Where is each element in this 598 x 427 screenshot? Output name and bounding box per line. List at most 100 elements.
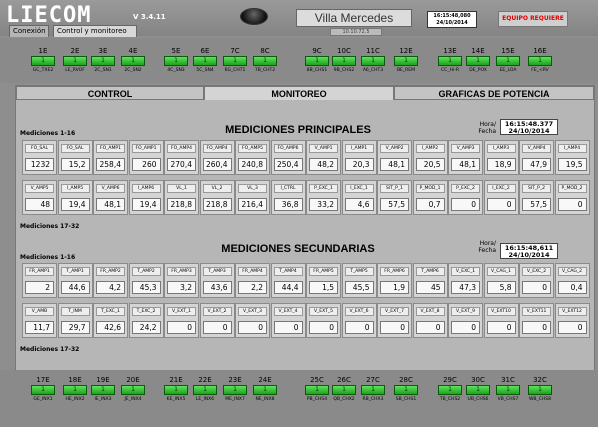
io-number: 20E <box>126 376 140 384</box>
measurement-cell: I_CTRL 36,8 <box>270 180 306 215</box>
measurement-value: 45,5 <box>344 281 374 294</box>
io-state-led[interactable]: 1 <box>164 56 188 66</box>
io-state-led[interactable]: 1 <box>528 56 552 66</box>
bottom_io-indicator[interactable]: 30C 1 UB_CHS6 <box>466 376 490 402</box>
measurement-label: SIT_P_2 <box>522 184 551 193</box>
io-state-led[interactable]: 1 <box>438 56 462 66</box>
measurement-cell: I_AMP4 19,5 <box>554 140 590 175</box>
io-state-led[interactable]: 1 <box>466 385 490 395</box>
measurement-value: 48 <box>25 198 54 211</box>
alarm-indicator[interactable]: EQUIPO REQUIERE <box>498 11 568 27</box>
bottom_io-indicator[interactable]: 19E 1 IE_INX3 <box>91 376 115 402</box>
bottom_io-indicator[interactable]: 32C 1 WB_CHS8 <box>528 376 552 402</box>
io-state-led[interactable]: 1 <box>253 56 277 66</box>
measurement-value: 19,4 <box>131 198 161 211</box>
io-state-led[interactable]: 1 <box>305 385 329 395</box>
bottom_io-indicator[interactable]: 24E 1 NE_INX8 <box>253 376 277 402</box>
io-state-led[interactable]: 1 <box>91 56 115 66</box>
bottom_io-indicator[interactable]: 31C 1 VB_CHS7 <box>496 376 520 402</box>
io-state-led[interactable]: 1 <box>361 56 385 66</box>
measurement-cell: T_AMP3 43,6 <box>199 263 235 298</box>
measurement-cell: I_AMP6 19,4 <box>128 180 164 215</box>
bottom_io-indicator[interactable]: 28C 1 SB_CHS1 <box>394 376 418 402</box>
top_io-indicator[interactable]: 11C 1 A6_CHT3 <box>361 47 385 73</box>
top_io-indicator[interactable]: 4E 1 2C_SN2 <box>121 47 145 73</box>
io-state-led[interactable]: 1 <box>496 385 520 395</box>
io-state-led[interactable]: 1 <box>223 56 247 66</box>
measurement-cell: T_AMP5 45,5 <box>341 263 377 298</box>
io-state-led[interactable]: 1 <box>394 385 418 395</box>
measurement-label: V_AMB <box>25 307 54 316</box>
measurement-value: 45,3 <box>131 281 161 294</box>
measurement-label: V_AMP2 <box>380 144 409 153</box>
measurement-value: 0 <box>486 321 516 334</box>
bottom_io-indicator[interactable]: 27C 1 RB_CHX3 <box>361 376 385 402</box>
io-state-led[interactable]: 1 <box>164 385 188 395</box>
top_io-indicator[interactable]: 1E 1 GC_TXE2 <box>31 47 55 73</box>
measurement-label: T_AMP1 <box>60 267 90 276</box>
io-state-led[interactable]: 1 <box>332 56 356 66</box>
io-state-led[interactable]: 1 <box>31 385 55 395</box>
measurement-label: I_AMP1 <box>344 144 374 153</box>
io-number: 16E <box>533 47 547 55</box>
bottom_io-indicator[interactable]: 23E 1 ME_INX7 <box>223 376 247 402</box>
io-state-led[interactable]: 1 <box>91 385 115 395</box>
top_io-indicator[interactable]: 12E 1 BE_REM <box>394 47 418 73</box>
top_io-indicator[interactable]: 8C 1 7B_CHT2 <box>253 47 277 73</box>
top_io-indicator[interactable]: 7C 1 6G_CHT1 <box>223 47 247 73</box>
principales-sub2: Mediciones 17-32 <box>20 223 80 230</box>
measurement-value: 0 <box>486 198 516 211</box>
io-state-led[interactable]: 1 <box>63 56 87 66</box>
io-number: 3E <box>98 47 108 55</box>
io-state-led[interactable]: 1 <box>305 56 329 66</box>
measurement-value: 42,6 <box>96 321 125 334</box>
bottom_io-indicator[interactable]: 17E 1 GE_INX1 <box>31 376 55 402</box>
io-state-led[interactable]: 1 <box>121 56 145 66</box>
io-label: SB_CHS1 <box>395 397 417 402</box>
io-label: JE_INX4 <box>124 397 142 402</box>
io-label: WB_CHS8 <box>528 397 552 402</box>
main-panel: CONTROL MONITOREO GRAFICAS DE POTENCIA M… <box>15 85 595 373</box>
top_io-indicator[interactable]: 6E 1 5C_SN4 <box>193 47 217 73</box>
io-number: 21E <box>169 376 183 384</box>
measurement-value: 29,7 <box>60 321 90 334</box>
bottom_io-indicator[interactable]: 22E 1 LE_INX6 <box>193 376 217 402</box>
io-state-led[interactable]: 1 <box>193 56 217 66</box>
measurement-cell: V_EXT11 0 <box>519 303 554 338</box>
measurement-label: T_INM <box>60 307 90 316</box>
tab-conexion[interactable]: Conexión <box>9 25 49 37</box>
measurement-value: 0 <box>273 321 303 334</box>
measurement-cell: I_EXC_2 0 <box>483 180 519 215</box>
io-state-led[interactable]: 1 <box>31 56 55 66</box>
io-state-led[interactable]: 1 <box>332 385 356 395</box>
top_io-indicator[interactable]: 3E 1 2C_SN1 <box>91 47 115 73</box>
io-state-led[interactable]: 1 <box>394 56 418 66</box>
measurement-value: 19,5 <box>557 158 587 171</box>
top_io-indicator[interactable]: 14E 1 DE_POX <box>466 47 490 73</box>
bottom_io-indicator[interactable]: 20E 1 JE_INX4 <box>121 376 145 402</box>
io-state-led[interactable]: 1 <box>193 385 217 395</box>
measurement-label: VL_2 <box>202 184 232 193</box>
io-state-led[interactable]: 1 <box>496 56 520 66</box>
measurement-value: 0,7 <box>415 198 445 211</box>
tab-control-monitoreo[interactable]: Control y monitoreo <box>53 25 137 37</box>
io-state-led[interactable]: 1 <box>253 385 277 395</box>
io-state-led[interactable]: 1 <box>121 385 145 395</box>
io-state-led[interactable]: 1 <box>361 385 385 395</box>
io-state-led[interactable]: 1 <box>528 385 552 395</box>
io-state-led[interactable]: 1 <box>466 56 490 66</box>
io-state-led[interactable]: 1 <box>438 385 462 395</box>
tab-control[interactable]: CONTROL <box>16 86 204 100</box>
clock-date: 24/10/2014 <box>436 20 468 26</box>
tab-monitoreo[interactable]: MONITOREO <box>204 86 394 100</box>
measurement-value: 250,4 <box>273 158 303 171</box>
tab-graficas-potencia[interactable]: GRAFICAS DE POTENCIA <box>394 86 594 100</box>
top_io-indicator[interactable]: 16E 1 FE_<RV <box>528 47 552 73</box>
measurement-cell: V_EXT12 0 <box>554 303 590 338</box>
measurement-value: 3,2 <box>167 281 196 294</box>
top_io-indicator[interactable]: 15E 1 EE_LOA <box>496 47 520 73</box>
measurement-label: V_AMP5 <box>25 184 54 193</box>
measurement-value: 4,2 <box>96 281 125 294</box>
io-state-led[interactable]: 1 <box>63 385 87 395</box>
io-state-led[interactable]: 1 <box>223 385 247 395</box>
